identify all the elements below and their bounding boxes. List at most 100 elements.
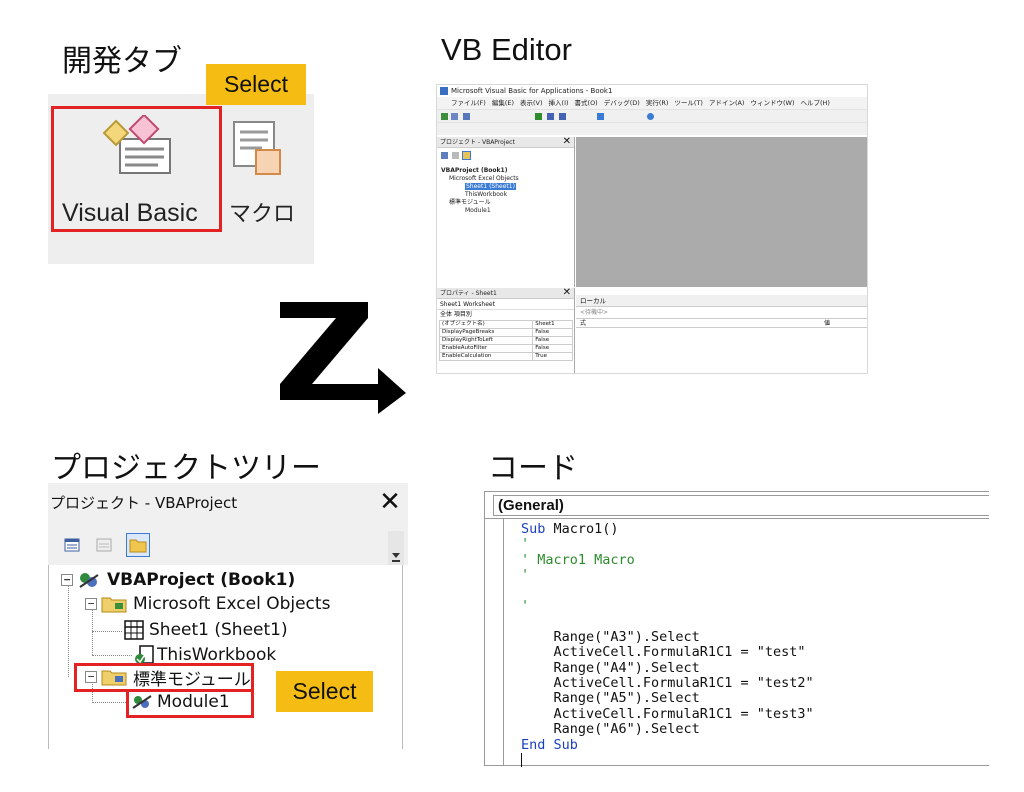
property-row[interactable]: (オブジェクト名) Sheet1 (438, 320, 573, 329)
view-object-icon[interactable] (94, 535, 114, 555)
vbe-properties-selector[interactable]: Sheet1 Worksheet (437, 299, 574, 310)
select-badge-visual-basic: Select (206, 64, 306, 105)
vbe-properties-grid: (オブジェクト名) Sheet1 DisplayPageBreaks False D… (438, 320, 573, 361)
heading-project-tree: プロジェクトツリー (51, 451, 321, 486)
code-editor[interactable]: Sub Macro1() ' ' Macro1 Macro ' ' Range(… (521, 521, 814, 769)
property-row[interactable]: DisplayRightToLeft False (438, 336, 573, 345)
code-window: (General) Sub Macro1() ' ' Macro1 Macro … (484, 491, 989, 769)
property-row[interactable]: DisplayPageBreaks False (438, 328, 573, 337)
close-icon[interactable]: ✕ (563, 136, 571, 147)
vbe-tree-module1[interactable]: Module1 (441, 207, 519, 215)
developer-ribbon-group: Visual Basic マクロ (48, 94, 314, 264)
tree-connector (92, 631, 122, 632)
property-value[interactable]: Sheet1 (532, 320, 573, 329)
property-name: EnableCalculation (438, 352, 534, 361)
excel-view-icon[interactable] (441, 113, 448, 120)
vbe-tree-std-modules[interactable]: 標準モジュール (441, 199, 519, 207)
vbe-menu-tools[interactable]: ツール(T) (674, 99, 703, 107)
code-line: Range("A6").Select (521, 721, 700, 738)
property-name: EnableAutoFilter (438, 344, 534, 353)
property-value[interactable]: False (532, 336, 573, 345)
macro-icon (233, 121, 281, 175)
run-icon[interactable] (535, 113, 542, 120)
scrollbar[interactable] (388, 531, 404, 565)
insert-module-icon[interactable] (451, 113, 458, 120)
vbe-tree-thisworkbook[interactable]: ThisWorkbook (441, 191, 519, 199)
highlight-standard-modules (74, 663, 254, 692)
code-comment: ' (521, 598, 530, 615)
vbe-menu-format[interactable]: 書式(O) (575, 99, 598, 107)
vbe-menu-window[interactable]: ウィンドウ(W) (750, 99, 794, 107)
tree-node-excel-objects[interactable]: − Microsoft Excel Objects (85, 593, 330, 615)
collapse-icon[interactable]: − (61, 574, 73, 586)
code-margin-indicator-bar (503, 519, 504, 765)
z-flow-arrow-icon (280, 302, 406, 414)
heading-developer-tab: 開発タブ (62, 44, 182, 79)
help-icon[interactable] (647, 113, 654, 120)
property-value[interactable]: False (532, 344, 573, 353)
macro-button-label[interactable]: マクロ (229, 196, 295, 228)
vbe-properties-tabs[interactable]: 全体 項目別 (437, 310, 574, 320)
project-explorer-icon[interactable] (597, 113, 604, 120)
project-explorer-titlebar: プロジェクト - VBAProject ✕ (48, 483, 408, 523)
vbe-tree-sheet1[interactable]: Sheet1 (Sheet1) (465, 183, 516, 190)
text-cursor (521, 753, 522, 768)
tree-connector (92, 655, 132, 656)
close-icon[interactable]: ✕ (563, 287, 571, 298)
code-line: ActiveCell.FormulaR1C1 = "test" (521, 644, 806, 661)
code-line: Range("A5").Select (521, 690, 700, 707)
break-icon[interactable] (547, 113, 554, 120)
toggle-folders-icon[interactable] (126, 533, 150, 557)
vba-project-icon (79, 573, 99, 588)
property-name: (オブジェクト名) (438, 320, 534, 329)
vbe-menu-view[interactable]: 表示(V) (520, 99, 543, 107)
project-explorer-title: プロジェクト - VBAProject (50, 494, 238, 512)
vbe-menu-debug[interactable]: デバッグ(D) (604, 99, 640, 107)
code-keyword: End Sub (521, 736, 578, 753)
toggle-folders-icon[interactable] (462, 151, 471, 160)
property-name: DisplayPageBreaks (438, 328, 534, 337)
tree-node-sheet1[interactable]: Sheet1 (Sheet1) (123, 619, 288, 641)
vbe-tree-excel-objects[interactable]: Microsoft Excel Objects (441, 175, 519, 183)
tree-node-label: ThisWorkbook (157, 645, 277, 665)
vbe-project-panel-title: プロジェクト - VBAProject ✕ (437, 136, 574, 148)
vbe-properties-title: プロパティ - Sheet1 ✕ (437, 287, 574, 299)
code-comment: ' (521, 536, 530, 553)
heading-vb-editor: VB Editor (441, 32, 572, 67)
code-object-dropdown[interactable]: (General) (485, 492, 989, 519)
vbe-menu-file[interactable]: ファイル(F) (451, 99, 486, 107)
vbe-menu-run[interactable]: 実行(R) (646, 99, 669, 107)
view-code-icon[interactable] (441, 152, 448, 159)
view-object-icon[interactable] (452, 152, 459, 159)
vbe-tree-root[interactable]: VBAProject (Book1) (441, 167, 519, 175)
vbe-title-bar: Microsoft Visual Basic for Applications … (437, 85, 867, 97)
property-value[interactable]: True (532, 352, 573, 361)
property-row[interactable]: EnableCalculation True (438, 352, 573, 361)
save-icon[interactable] (463, 113, 470, 120)
property-value[interactable]: False (532, 328, 573, 337)
vbe-properties-panel: プロパティ - Sheet1 ✕ Sheet1 Worksheet 全体 項目別… (437, 287, 575, 373)
folder-icon (101, 597, 127, 613)
property-name: DisplayRightToLeft (438, 336, 534, 345)
view-code-icon[interactable] (62, 535, 82, 555)
tree-node-vbaproject[interactable]: − VBAProject (Book1) (61, 569, 295, 591)
object-dropdown-value[interactable]: (General) (493, 495, 989, 516)
visual-basic-button[interactable]: Visual Basic (51, 106, 222, 232)
vbe-menu-bar: ファイル(F) 編集(E) 表示(V) 挿入(I) 書式(O) デバッグ(D) 実行(R) ツ… (437, 97, 867, 109)
collapse-icon[interactable]: − (85, 598, 97, 610)
vbe-menu-help[interactable]: ヘルプ(H) (800, 99, 829, 107)
vbe-locals-window: ローカル <待機中> 式 値 (576, 295, 867, 373)
vbe-menu-edit[interactable]: 編集(E) (492, 99, 514, 107)
reset-icon[interactable] (559, 113, 566, 120)
vbe-mdi-area (576, 137, 867, 287)
vbe-menu-addins[interactable]: アドイン(A) (709, 99, 745, 107)
code-line: Range("A3").Select (521, 628, 700, 645)
vbe-menu-insert[interactable]: 挿入(I) (549, 99, 569, 107)
close-icon[interactable]: ✕ (374, 487, 406, 517)
locals-col-expression: 式 (580, 320, 587, 327)
property-row[interactable]: EnableAutoFilter False (438, 344, 573, 353)
tree-node-label: VBAProject (Book1) (107, 570, 296, 590)
vbe-project-toolbar (441, 151, 471, 161)
code-comment: ' (521, 567, 530, 584)
vbe-locals-columns: 式 値 (576, 318, 867, 328)
